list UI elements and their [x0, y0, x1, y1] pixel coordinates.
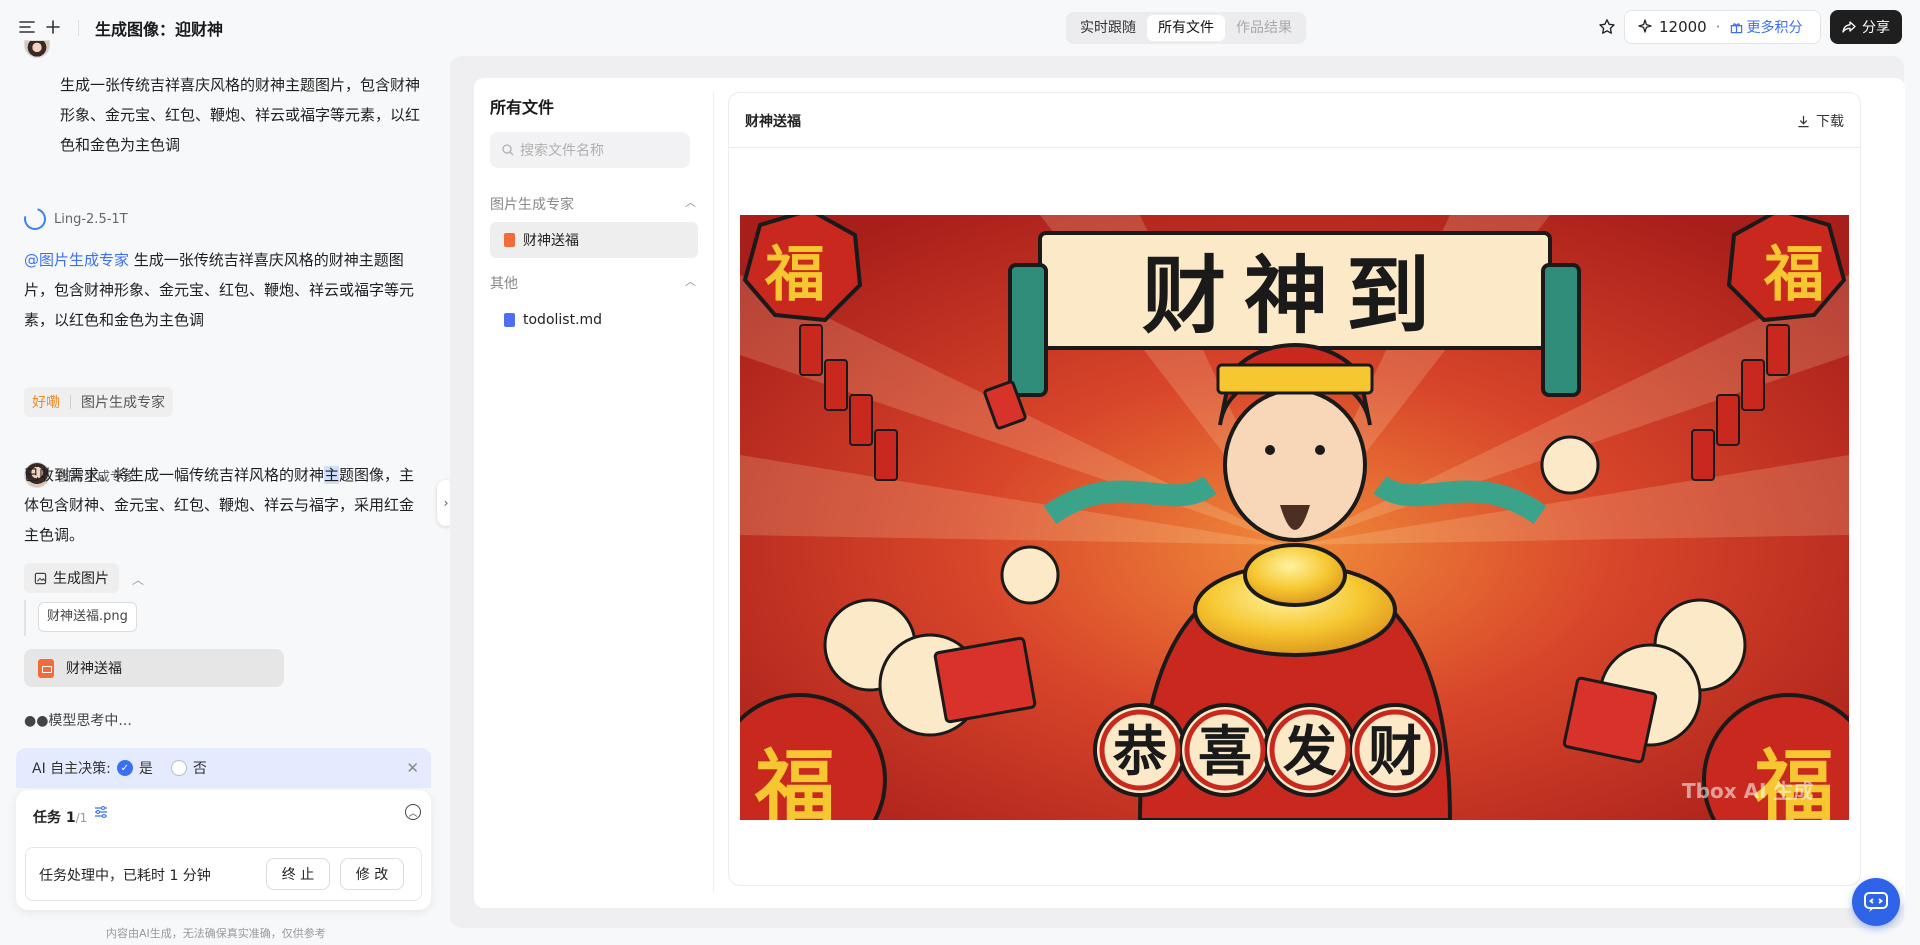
task-title: 任务 1/1	[33, 807, 87, 827]
close-icon[interactable]: ✕	[406, 759, 419, 777]
filter-icon[interactable]	[94, 806, 108, 822]
assistant-button[interactable]	[1852, 878, 1900, 926]
fu-char-bottom-left: 福	[754, 740, 835, 820]
chevron-up-icon: ︿	[685, 275, 696, 288]
tab-all-files[interactable]: 所有文件	[1147, 15, 1225, 41]
ling-model-icon	[19, 203, 51, 235]
files-title: 所有文件	[490, 98, 555, 117]
generate-image-label: 生成图片	[53, 571, 109, 587]
download-button[interactable]: 下载	[1797, 111, 1844, 131]
banner-text: 财神到	[1142, 246, 1448, 345]
credits-value: 12000	[1659, 18, 1707, 36]
coin-char-2: 喜	[1198, 719, 1252, 783]
file-item[interactable]: 财神送福	[490, 222, 698, 258]
gift-icon	[1730, 22, 1742, 33]
user-prompt-text: 生成一张传统吉祥喜庆风格的财神主题图片，包含财神形象、金元宝、红包、鞭炮、祥云或…	[60, 76, 421, 154]
reply-text-1: 已收到需求。将生成一幅传统吉祥风格的财神	[24, 466, 325, 484]
stop-button[interactable]: 终 止	[266, 858, 330, 890]
ai-disclaimer: 内容由AI生成，无法确保真实准确，仅供参考	[106, 927, 326, 940]
file-item[interactable]: todolist.md	[490, 302, 698, 338]
fu-char-top-left: 福	[764, 240, 825, 310]
model-name: Ling-2.5-1T	[54, 211, 128, 227]
download-label: 下载	[1816, 114, 1844, 130]
coin-char-1: 恭	[1112, 719, 1167, 783]
viewer-header: 财神送福 下载	[729, 93, 1860, 148]
more-credits-link[interactable]: 更多积分	[1730, 17, 1803, 37]
menu-icon[interactable]	[16, 16, 38, 38]
decision-no-label: 否	[192, 761, 207, 777]
generated-file-chip[interactable]: 财神送福.png	[38, 602, 137, 632]
file-search-input[interactable]: 搜索文件名称	[490, 132, 690, 168]
file-card-label: 财神送福	[66, 661, 122, 677]
new-chat-icon[interactable]	[42, 16, 64, 38]
response-chip: 好嘞 图片生成专家	[24, 387, 173, 417]
file-item-label: 财神送福	[523, 233, 579, 249]
star-icon[interactable]	[1596, 16, 1618, 38]
file-group-label: 其他	[490, 276, 518, 292]
task-card: 任务 1/1 ︿ 任务处理中，已耗时 1 分钟 终 止 修 改	[16, 790, 431, 910]
model-message: @图片生成专家 生成一张传统吉祥喜庆风格的财神主题图片，包含财神形象、金元宝、红…	[24, 245, 428, 335]
ai-decision-label: AI 自主决策:	[32, 761, 111, 777]
decision-yes-label: 是	[138, 761, 153, 777]
share-label: 分享	[1862, 20, 1890, 36]
image-icon	[34, 572, 47, 584]
header-divider	[78, 20, 79, 36]
fu-char-top-right: 福	[1763, 240, 1824, 310]
chip-expert-label: 图片生成专家	[81, 395, 165, 411]
generated-file-card[interactable]: 财神送福	[24, 649, 284, 687]
model-sender: Ling-2.5-1T	[19, 203, 128, 235]
search-icon	[502, 144, 514, 156]
chevron-right-icon: ›	[443, 496, 449, 510]
file-item-label: todolist.md	[523, 312, 603, 328]
chevron-up-icon[interactable]: ︿	[132, 571, 144, 588]
file-group-header[interactable]: 图片生成专家 ︿	[490, 194, 696, 214]
more-credits-label: 更多积分	[1746, 20, 1803, 36]
viewer-title: 财神送福	[745, 114, 801, 130]
sparkle-icon	[1638, 19, 1652, 33]
user-avatar	[24, 40, 50, 58]
decision-yes-radio[interactable]: ✓	[116, 760, 133, 776]
task-title-text: 任务 1	[33, 810, 76, 826]
reply-selection: 主	[324, 466, 340, 484]
tool-guide-line	[24, 600, 26, 636]
coin-char-4: 财	[1368, 719, 1422, 783]
search-placeholder: 搜索文件名称	[520, 143, 604, 159]
chip-separator	[70, 395, 71, 409]
chat-bubble-icon	[1864, 892, 1888, 912]
collapse-task-icon[interactable]: ︿	[405, 804, 421, 820]
task-status-text: 任务处理中，已耗时 1 分钟	[39, 868, 211, 884]
tab-results[interactable]: 作品结果	[1225, 15, 1303, 41]
image-file-icon	[38, 658, 54, 678]
file-group-label: 图片生成专家	[490, 197, 574, 213]
ai-watermark: Tbox AI 生成	[1682, 779, 1814, 803]
chevron-up-icon: ︿	[685, 196, 696, 209]
page-title: 生成图像：迎财神	[95, 20, 224, 39]
image-file-icon	[504, 233, 515, 247]
file-group-header[interactable]: 其他 ︿	[490, 273, 696, 293]
download-icon	[1798, 115, 1809, 127]
expert-mention[interactable]: @图片生成专家	[24, 251, 129, 269]
thinking-status: ●●模型思考中...	[24, 713, 132, 729]
generated-image: 福 福 福 福 财神到 恭 喜 发 财	[740, 215, 1849, 820]
ai-decision-bar: AI 自主决策: ✓ 是 否 ✕	[16, 748, 431, 788]
share-button[interactable]: 分享	[1830, 10, 1902, 44]
expert-reply: 已收到需求。将生成一幅传统吉祥风格的财神主题图像，主体包含财神、金元宝、红包、鞭…	[24, 460, 428, 550]
markdown-file-icon	[504, 313, 515, 327]
tab-live-follow[interactable]: 实时跟随	[1069, 15, 1147, 41]
share-icon	[1842, 21, 1856, 33]
tree-divider	[713, 92, 714, 892]
decision-no-radio[interactable]	[170, 760, 187, 776]
credits-separator: ·	[1715, 18, 1721, 36]
coin-char-3: 发	[1283, 719, 1337, 783]
generate-image-toggle[interactable]: 生成图片	[24, 563, 119, 593]
task-status-box: 任务处理中，已耗时 1 分钟 终 止 修 改	[25, 847, 422, 901]
modify-button[interactable]: 修 改	[340, 858, 404, 890]
view-tabs: 实时跟随 所有文件 作品结果	[1066, 12, 1306, 44]
chip-ok-label: 好嘞	[32, 395, 60, 411]
task-fraction: /1	[75, 811, 88, 825]
credits-box[interactable]: 12000 · 更多积分	[1624, 10, 1821, 44]
